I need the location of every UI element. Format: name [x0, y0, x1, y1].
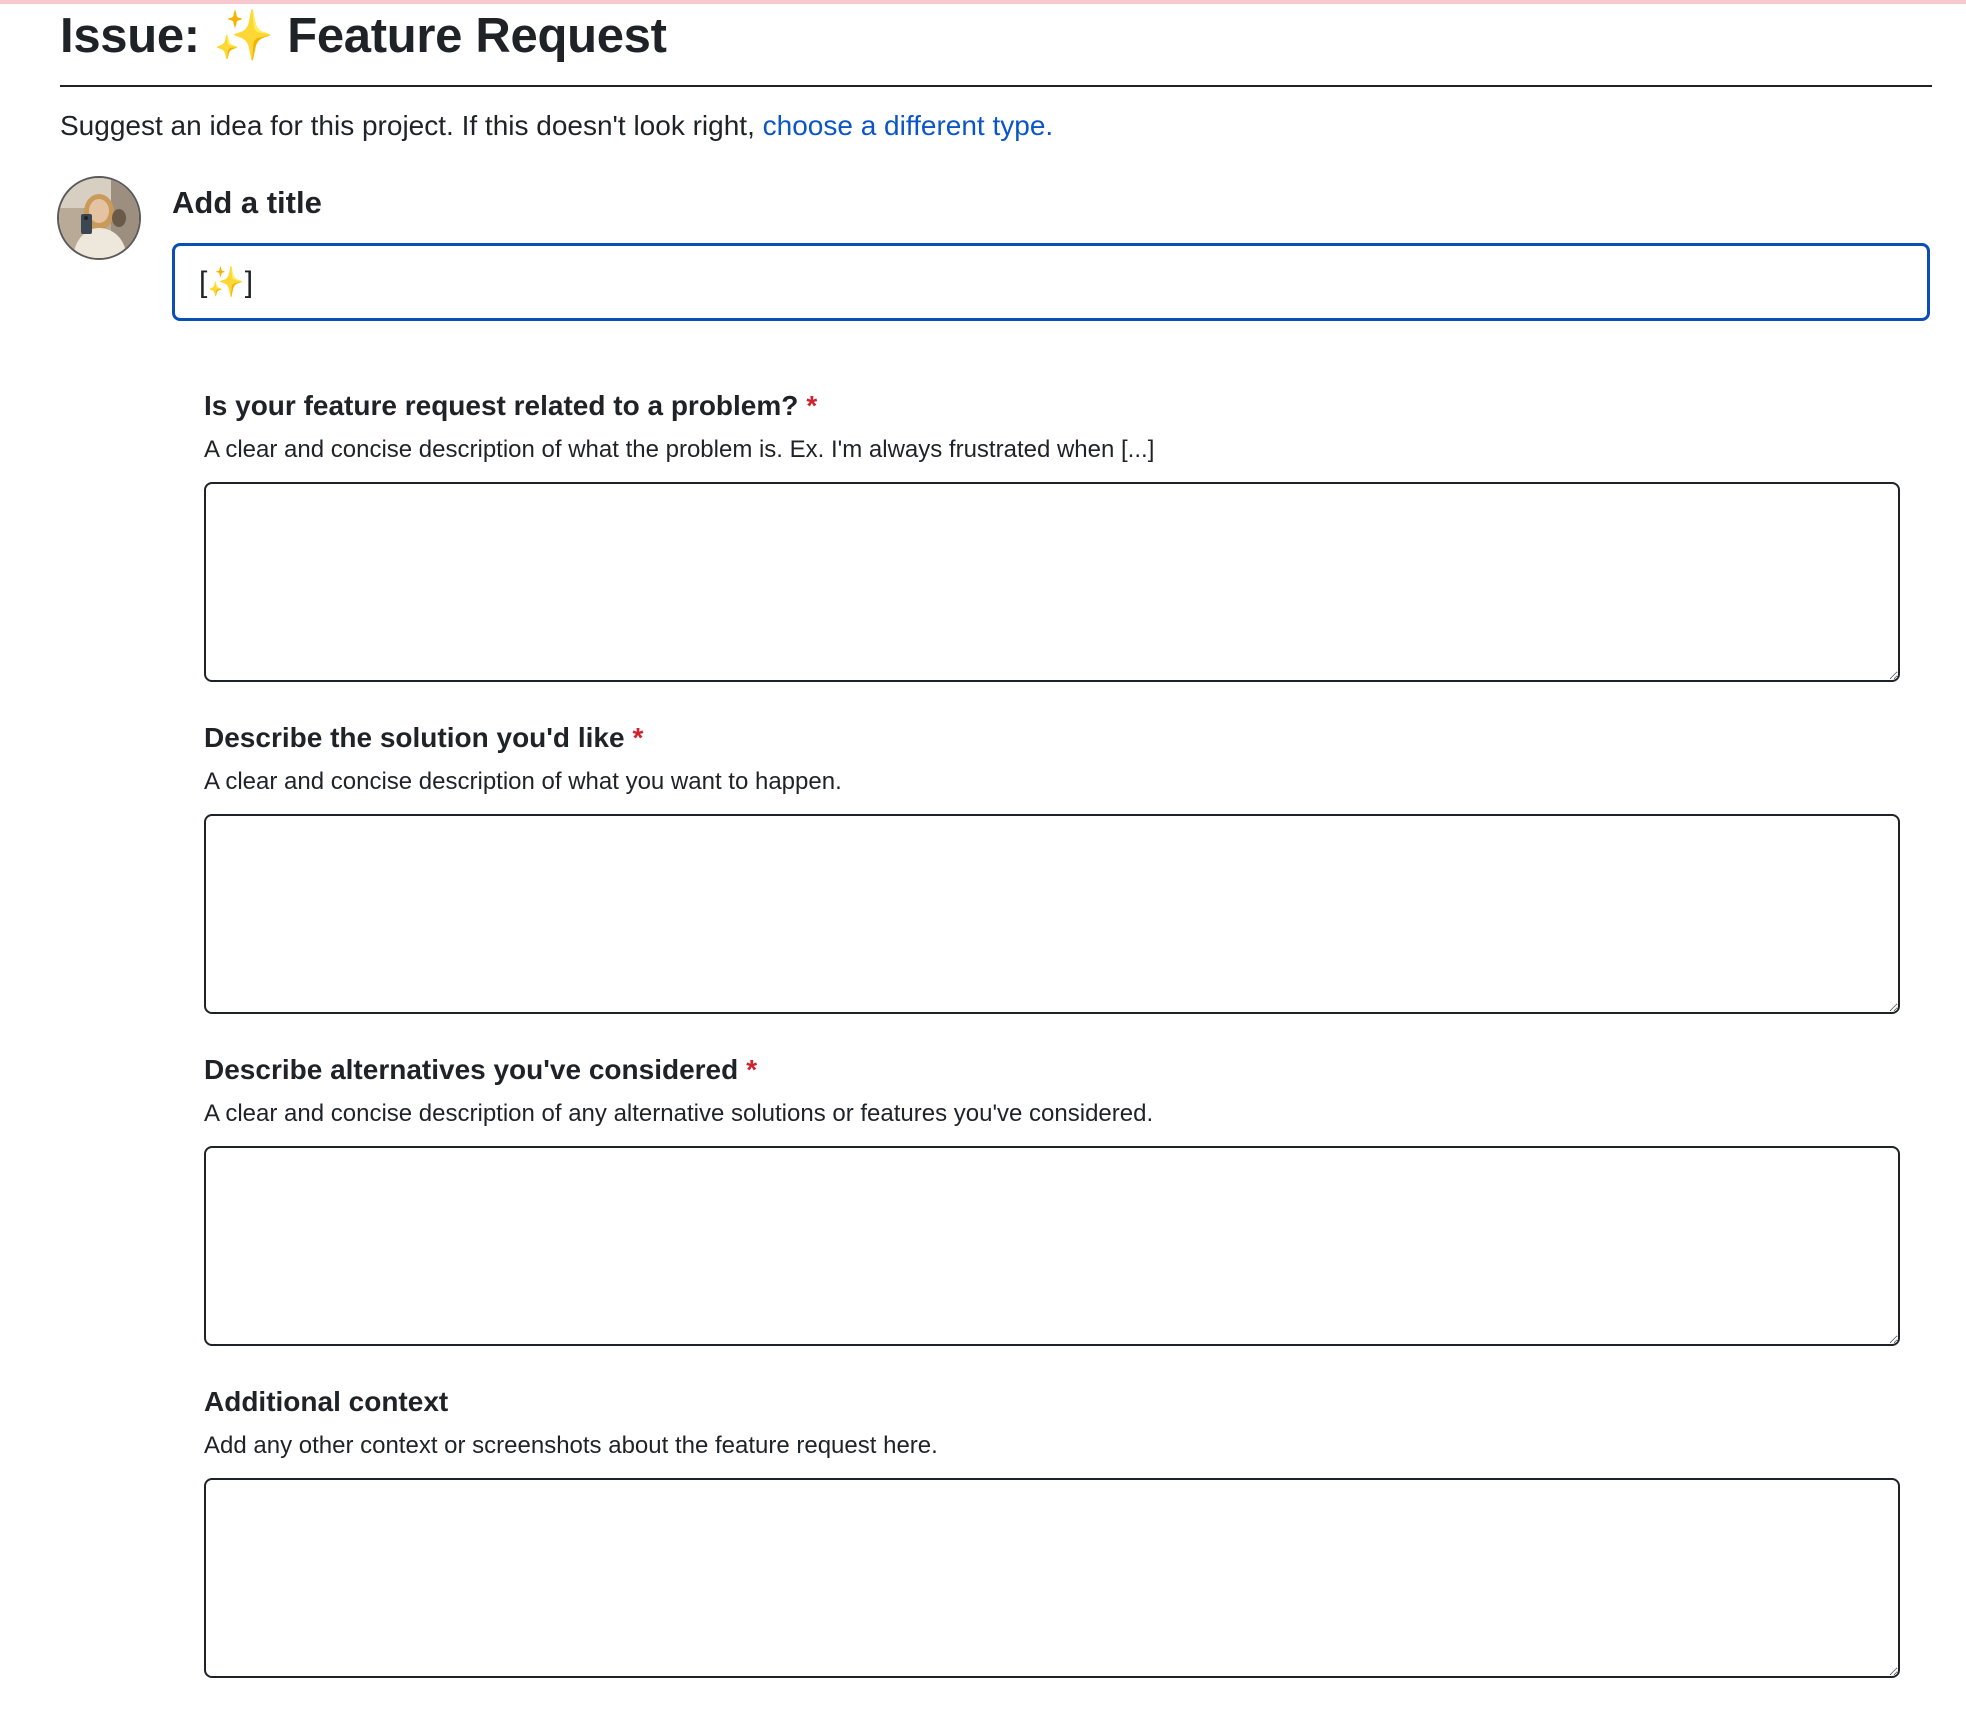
intro-text: Suggest an idea for this project. If thi…: [60, 106, 1053, 146]
field-label-text: Additional context: [204, 1386, 449, 1417]
field-additional-context: Additional context Add any other context…: [204, 1382, 1900, 1678]
field-solution: Describe the solution you'd like * A clea…: [204, 718, 1900, 1014]
top-edge-strip: [0, 0, 1966, 4]
choose-different-type-link[interactable]: choose a different type.: [763, 110, 1054, 141]
avatar[interactable]: [57, 176, 141, 260]
add-title-label: Add a title: [172, 185, 322, 220]
field-label: Describe the solution you'd like *: [204, 718, 1900, 758]
additional-context-textarea[interactable]: [204, 1478, 1900, 1678]
page-title-prefix: Issue:: [60, 9, 200, 63]
field-label-text: Is your feature request related to a pro…: [204, 390, 799, 421]
field-label: Describe alternatives you've considered *: [204, 1050, 1900, 1090]
required-marker: *: [746, 1054, 758, 1085]
field-label-text: Describe alternatives you've considered: [204, 1054, 739, 1085]
field-alternatives: Describe alternatives you've considered *…: [204, 1050, 1900, 1346]
avatar-photo-icon: [59, 178, 139, 258]
page-title: Issue: ✨ Feature Request: [60, 6, 667, 66]
field-problem: Is your feature request related to a pro…: [204, 386, 1900, 682]
title-input[interactable]: [172, 243, 1930, 321]
page-title-text: Feature Request: [287, 9, 667, 63]
field-description: Add any other context or screenshots abo…: [204, 1432, 938, 1459]
field-label: Is your feature request related to a pro…: [204, 386, 1900, 426]
solution-textarea[interactable]: [204, 814, 1900, 1014]
field-label-text: Describe the solution you'd like: [204, 722, 625, 753]
title-divider: [60, 85, 1932, 87]
field-description: A clear and concise description of any a…: [204, 1100, 1154, 1127]
field-description: A clear and concise description of what …: [204, 436, 1155, 463]
field-label: Additional context: [204, 1382, 1900, 1422]
required-marker: *: [806, 390, 818, 421]
intro-sentence: Suggest an idea for this project. If thi…: [60, 110, 763, 141]
sparkles-icon: ✨: [213, 7, 274, 64]
problem-textarea[interactable]: [204, 482, 1900, 682]
alternatives-textarea[interactable]: [204, 1146, 1900, 1346]
field-description: A clear and concise description of what …: [204, 768, 842, 795]
required-marker: *: [632, 722, 644, 753]
